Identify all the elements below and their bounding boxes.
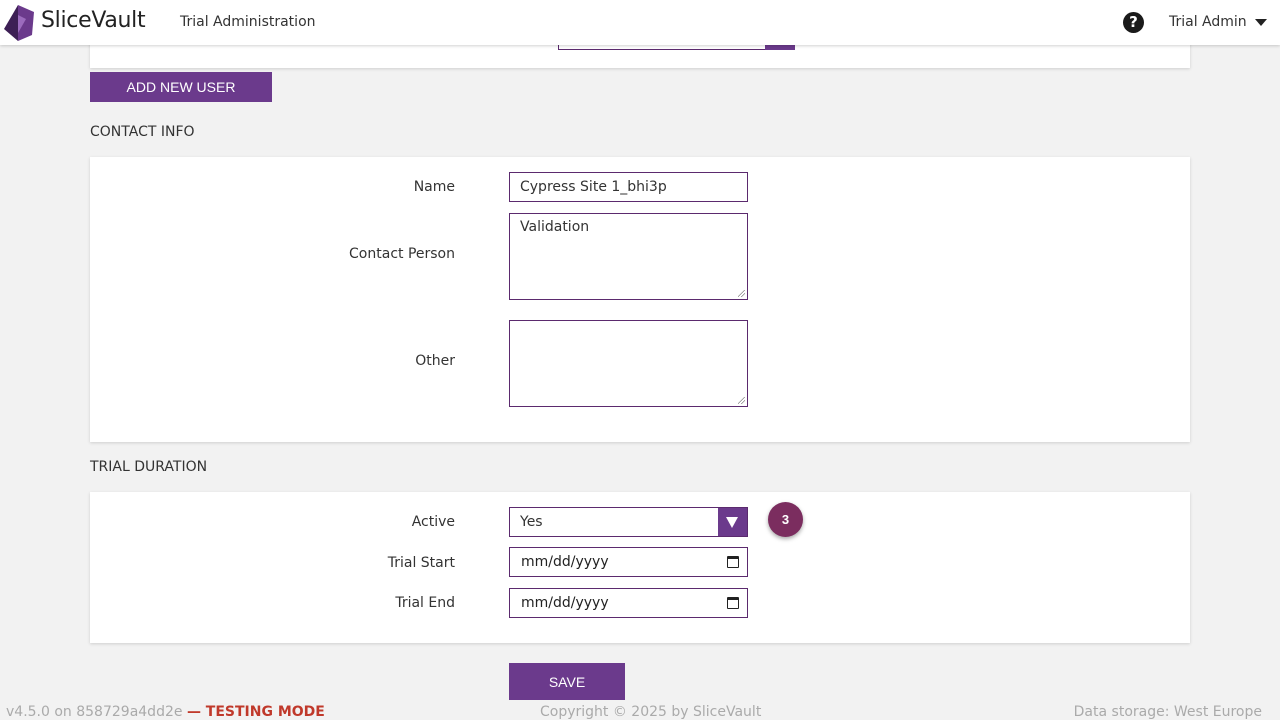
version-text: v4.5.0 on 858729a4dd2e xyxy=(6,704,183,720)
testing-mode-label: — TESTING MODE xyxy=(186,704,325,720)
contact-person-label: Contact Person xyxy=(349,246,455,262)
other-textarea[interactable] xyxy=(509,320,748,407)
trial-end-date-input[interactable]: mm/dd/yyyy xyxy=(509,588,748,618)
trial-duration-card: Active Yes 3 Trial Start mm/dd/yyyy Tria… xyxy=(90,492,1190,643)
resize-handle-icon[interactable] xyxy=(738,397,745,404)
trial-start-label: Trial Start xyxy=(387,555,455,571)
chevron-down-icon[interactable] xyxy=(1255,19,1267,26)
active-select-value: Yes xyxy=(520,514,543,530)
active-select[interactable]: Yes xyxy=(509,507,748,537)
active-label: Active xyxy=(411,514,455,530)
resize-handle-icon[interactable] xyxy=(738,290,745,297)
trial-end-placeholder: mm/dd/yyyy xyxy=(521,595,609,611)
contact-person-value: Validation xyxy=(520,219,590,235)
contact-info-heading: CONTACT INFO xyxy=(90,124,195,140)
step-badge: 3 xyxy=(768,502,803,537)
trial-duration-heading: TRIAL DURATION xyxy=(90,459,208,475)
help-icon[interactable]: ? xyxy=(1123,12,1144,33)
top-navbar: SliceVault Trial Administration ? Trial … xyxy=(0,0,1280,45)
footer-copyright: Copyright © 2025 by SliceVault xyxy=(540,704,762,720)
slicevault-logo-icon[interactable] xyxy=(4,5,34,41)
other-label: Other xyxy=(415,353,455,369)
footer-data-storage: Data storage: West Europe xyxy=(1073,704,1262,720)
calendar-icon[interactable] xyxy=(727,597,739,609)
contact-info-card: Name Cypress Site 1_bhi3p Contact Person… xyxy=(90,157,1190,442)
save-button[interactable]: SAVE xyxy=(509,663,625,700)
trial-start-date-input[interactable]: mm/dd/yyyy xyxy=(509,547,748,577)
add-new-user-button[interactable]: ADD NEW USER xyxy=(90,72,272,102)
name-input[interactable]: Cypress Site 1_bhi3p xyxy=(509,172,748,202)
select-arrow-button[interactable] xyxy=(718,508,747,536)
triangle-down-icon xyxy=(726,517,738,528)
footer-version: v4.5.0 on 858729a4dd2e — TESTING MODE xyxy=(6,704,325,720)
contact-person-textarea[interactable]: Validation xyxy=(509,213,748,300)
name-label: Name xyxy=(413,179,455,195)
page-title: Trial Administration xyxy=(180,14,316,30)
user-menu[interactable]: Trial Admin xyxy=(1169,14,1247,30)
trial-end-label: Trial End xyxy=(395,595,455,611)
calendar-icon[interactable] xyxy=(727,556,739,568)
trial-start-placeholder: mm/dd/yyyy xyxy=(521,554,609,570)
brand-name[interactable]: SliceVault xyxy=(41,8,146,33)
